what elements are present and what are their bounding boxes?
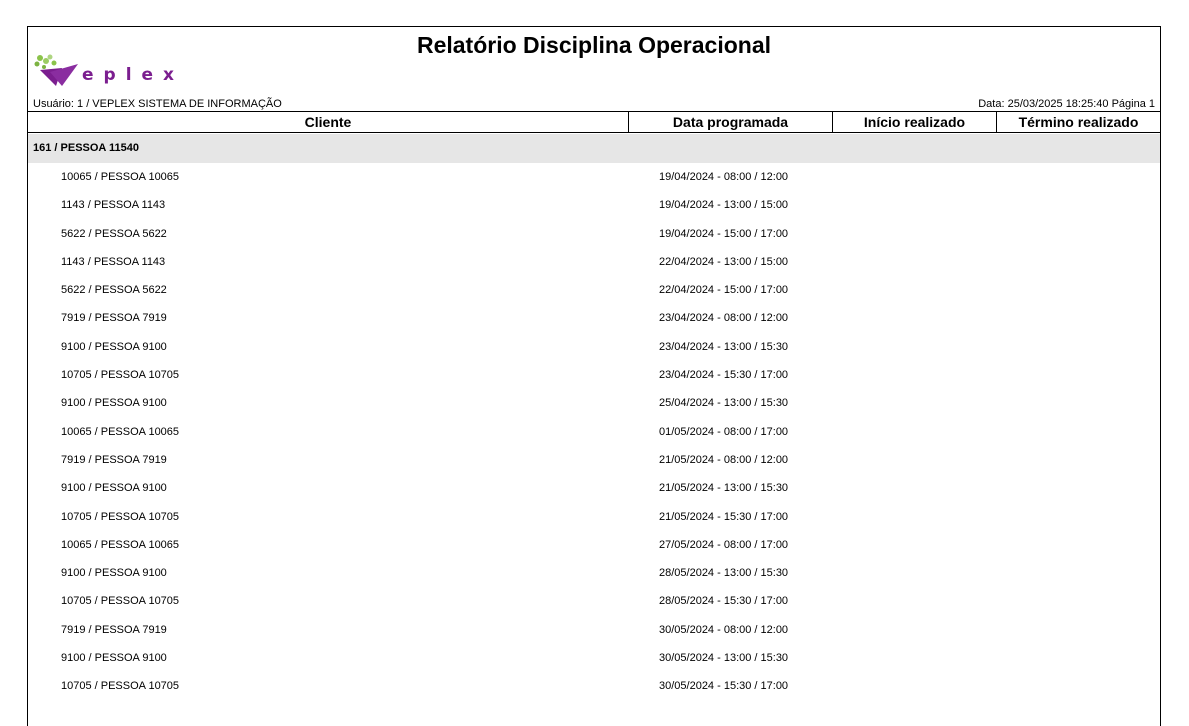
table-row: 9100 / PESSOA 9100 28/05/2024 - 13:00 / 1…	[28, 559, 1160, 587]
cell-data-programada: 23/04/2024 - 15:30 / 17:00	[659, 369, 789, 382]
cell-data-programada: 22/04/2024 - 13:00 / 15:00	[659, 255, 789, 268]
cell-cliente: 10065 / PESSOA 10065	[61, 171, 180, 183]
table-header: Cliente Data programada Início realizado…	[28, 111, 1160, 133]
cell-cliente: 9100 / PESSOA 9100	[61, 652, 167, 665]
table-row: 10065 / PESSOA 10065 01/05/2024 - 08:00 /…	[28, 418, 1160, 446]
column-header-cliente: Cliente	[28, 112, 629, 132]
table-row: 9100 / PESSOA 9100 21/05/2024 - 13:00 / 1…	[28, 474, 1160, 502]
cell-cliente: 7919 / PESSOA 7919	[61, 453, 167, 466]
cell-data-programada: 19/04/2024 - 15:00 / 17:00	[659, 227, 789, 240]
table-row: 7919 / PESSOA 7919 21/05/2024 - 08:00 / 1…	[28, 446, 1160, 474]
cell-cliente: 1143 / PESSOA 1143	[61, 199, 166, 212]
table-row: 9100 / PESSOA 9100 25/04/2024 - 13:00 / 1…	[28, 389, 1160, 417]
cell-cliente: 7919 / PESSOA 7919	[61, 623, 167, 636]
cell-cliente: 9100 / PESSOA 9100	[61, 567, 167, 580]
table-body: 10065 / PESSOA 10065 19/04/2024 - 08:00 /…	[28, 163, 1160, 701]
table-row: 7919 / PESSOA 7919 23/04/2024 - 08:00 / 1…	[28, 304, 1160, 332]
cell-cliente: 10705 / PESSOA 10705	[61, 680, 180, 693]
cell-cliente: 9100 / PESSOA 9100	[61, 397, 167, 410]
cell-cliente: 7919 / PESSOA 7919	[61, 312, 167, 325]
table-row: 10705 / PESSOA 10705 23/04/2024 - 15:30 /…	[28, 361, 1160, 389]
table-row: 5622 / PESSOA 5622 19/04/2024 - 15:00 / 1…	[28, 220, 1160, 248]
cell-data-programada: 21/05/2024 - 13:00 / 15:30	[659, 482, 789, 495]
table-row: 10705 / PESSOA 10705 30/05/2024 - 15:30 /…	[28, 672, 1160, 700]
column-header-inicio-realizado: Início realizado	[833, 112, 997, 132]
cell-data-programada: 19/04/2024 - 08:00 / 12:00	[659, 171, 789, 183]
column-header-data-programada: Data programada	[629, 112, 833, 132]
cell-data-programada: 23/04/2024 - 08:00 / 12:00	[659, 312, 789, 325]
cell-data-programada: 22/04/2024 - 15:00 / 17:00	[659, 284, 789, 297]
table-row: 5622 / PESSOA 5622 22/04/2024 - 15:00 / 1…	[28, 276, 1160, 304]
cell-cliente: 10705 / PESSOA 10705	[61, 369, 180, 382]
cell-cliente: 9100 / PESSOA 9100	[61, 340, 167, 353]
cell-data-programada: 21/05/2024 - 08:00 / 12:00	[659, 453, 789, 466]
cell-cliente: 9100 / PESSOA 9100	[61, 482, 167, 495]
user-info: Usuário: 1 / VEPLEX SISTEMA DE INFORMAÇÃ…	[33, 98, 282, 110]
table-row: 9100 / PESSOA 9100 23/04/2024 - 13:00 / 1…	[28, 333, 1160, 361]
cell-data-programada: 19/04/2024 - 13:00 / 15:00	[659, 199, 789, 212]
cell-cliente: 10705 / PESSOA 10705	[61, 595, 180, 608]
cell-data-programada: 28/05/2024 - 15:30 / 17:00	[659, 595, 789, 608]
table-row: 9100 / PESSOA 9100 30/05/2024 - 13:00 / 1…	[28, 644, 1160, 672]
group-header: 161 / PESSOA 11540	[28, 134, 1160, 163]
cell-cliente: 5622 / PESSOA 5622	[61, 284, 167, 297]
cell-data-programada: 30/05/2024 - 15:30 / 17:00	[659, 680, 789, 693]
cell-data-programada: 01/05/2024 - 08:00 / 17:00	[659, 425, 789, 438]
cell-cliente: 10705 / PESSOA 10705	[61, 510, 180, 523]
cell-data-programada: 27/05/2024 - 08:00 / 17:00	[659, 538, 789, 551]
cell-data-programada: 23/04/2024 - 13:00 / 15:30	[659, 340, 789, 353]
cell-data-programada: 30/05/2024 - 08:00 / 12:00	[659, 623, 789, 636]
cell-cliente: 10065 / PESSOA 10065	[61, 538, 180, 551]
cell-cliente: 10065 / PESSOA 10065	[61, 425, 180, 438]
veplex-logo: eplex	[32, 52, 212, 88]
cell-data-programada: 25/04/2024 - 13:00 / 15:30	[659, 397, 789, 410]
table-row: 10065 / PESSOA 10065 27/05/2024 - 08:00 /…	[28, 531, 1160, 559]
table-row: 10705 / PESSOA 10705 21/05/2024 - 15:30 /…	[28, 503, 1160, 531]
table-row: 10705 / PESSOA 10705 28/05/2024 - 15:30 /…	[28, 587, 1160, 615]
table-row: 7919 / PESSOA 7919 30/05/2024 - 08:00 / 1…	[28, 616, 1160, 644]
table-row: 10065 / PESSOA 10065 19/04/2024 - 08:00 /…	[28, 163, 1160, 191]
cell-data-programada: 30/05/2024 - 13:00 / 15:30	[659, 652, 789, 665]
report-page: Relatório Disciplina Operacional eplex U…	[27, 26, 1161, 726]
table-row: 1143 / PESSOA 1143 19/04/2024 - 13:00 / 1…	[28, 191, 1160, 219]
cell-cliente: 5622 / PESSOA 5622	[61, 227, 167, 240]
cell-data-programada: 21/05/2024 - 15:30 / 17:00	[659, 510, 789, 523]
table-row: 1143 / PESSOA 1143 22/04/2024 - 13:00 / 1…	[28, 248, 1160, 276]
logo-text: eplex	[82, 65, 185, 85]
date-page-info: Data: 25/03/2025 18:25:40 Página 1	[978, 98, 1155, 110]
column-header-termino-realizado: Término realizado	[1018, 114, 1139, 130]
cell-cliente: 1143 / PESSOA 1143	[61, 255, 166, 268]
cell-data-programada: 28/05/2024 - 13:00 / 15:30	[659, 567, 789, 580]
